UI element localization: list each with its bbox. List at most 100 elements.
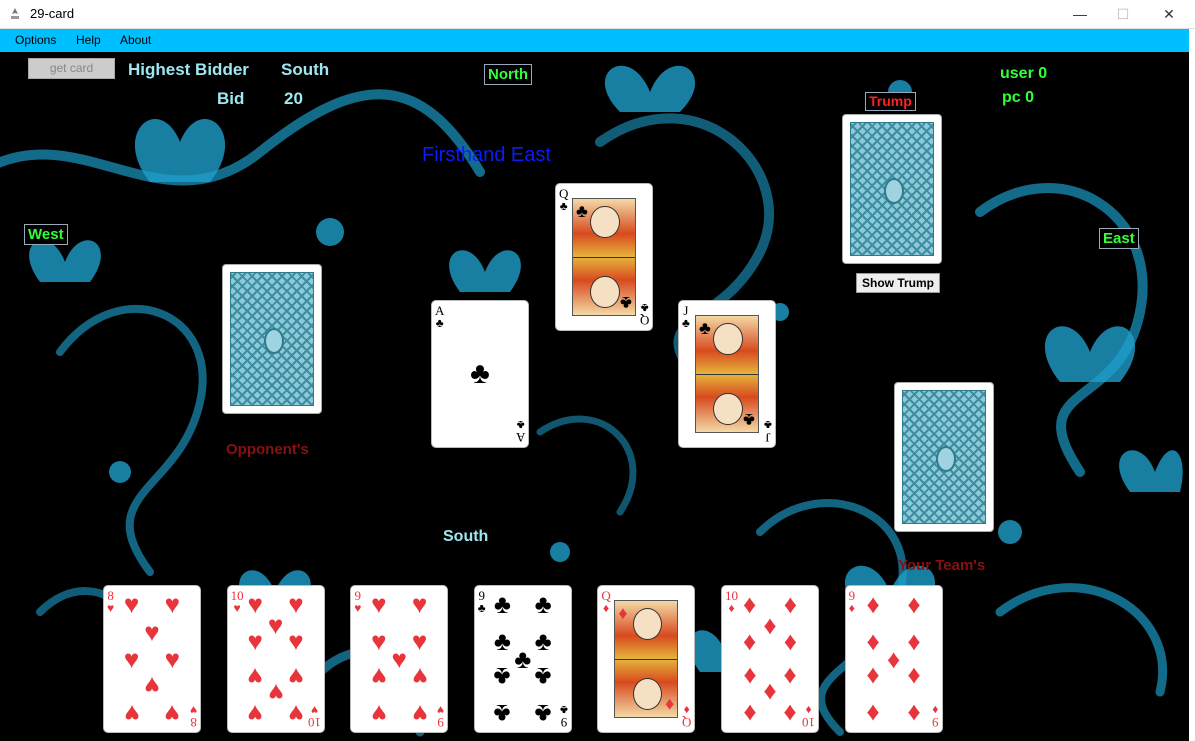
suit-pip-icon: ♣ bbox=[493, 625, 511, 656]
suit-pip-icon: ♥ bbox=[267, 678, 284, 709]
suit-pip-icon: ♦ bbox=[886, 644, 901, 674]
card-pips: ♥ ♥ ♥ ♥ ♥ ♥ ♥ ♥ ♥ bbox=[365, 591, 433, 729]
suit-pip-icon: ♣ bbox=[470, 357, 490, 390]
suit-pip-icon: ♦ bbox=[742, 662, 757, 693]
card-suit-icon: ♣ bbox=[559, 703, 568, 717]
suit-pip-icon: ♥ bbox=[247, 625, 263, 656]
card-index-br: 9 ♥ bbox=[437, 703, 445, 730]
suit-pip-icon: ♥ bbox=[411, 625, 428, 656]
player-label-north: North bbox=[484, 64, 532, 85]
suit-pip-icon: ♥ bbox=[144, 670, 160, 701]
suit-pip-icon: ♦ bbox=[907, 698, 921, 729]
menu-about[interactable]: About bbox=[120, 33, 151, 47]
card-pips: ♥ ♥ ♥ ♥ ♥ ♥ ♥ ♥ ♥ ♥ bbox=[242, 591, 310, 729]
card-index-br: A ♣ bbox=[516, 418, 525, 445]
get-card-button[interactable]: get card bbox=[28, 58, 115, 79]
card-rank: J bbox=[765, 430, 771, 445]
suit-pip-icon: ♥ bbox=[371, 662, 387, 693]
suit-pip-icon: ♣ bbox=[493, 698, 511, 729]
played-card-west-trick: A ♣ A ♣ ♣ bbox=[431, 300, 529, 448]
suit-pip-icon: ♦ bbox=[783, 698, 798, 729]
card-index-tl: J ♣ bbox=[682, 304, 690, 329]
score-pc: pc 0 bbox=[1002, 89, 1035, 106]
suit-pip-icon: ♥ bbox=[164, 698, 181, 729]
opponents-pile bbox=[222, 264, 322, 414]
suit-pip-icon: ♦ bbox=[866, 698, 880, 729]
suit-pip-icon: ♦ bbox=[866, 662, 880, 693]
suit-pip-icon: ♥ bbox=[411, 662, 428, 693]
card-index-br: J ♣ bbox=[764, 418, 772, 445]
hand-card[interactable]: 9 ♣ 9 ♣ ♣ ♣ ♣ ♣ ♣ ♣ ♣ ♣ ♣ bbox=[473, 585, 572, 733]
suit-pip-icon: ♥ bbox=[123, 698, 140, 729]
hand-card[interactable]: 8 ♥ 8 ♥ ♥ ♥ ♥ ♥ ♥ ♥ ♥ ♥ bbox=[103, 585, 201, 733]
suit-pip-icon: ♦ bbox=[907, 589, 921, 620]
card-index-tl: A ♣ bbox=[435, 304, 444, 330]
card-index-tl: 9 ♥ bbox=[354, 589, 362, 615]
minimize-button[interactable]: — bbox=[1057, 0, 1103, 28]
suit-pip-icon: ♥ bbox=[164, 589, 181, 620]
suit-pip-icon: ♥ bbox=[371, 625, 387, 656]
suit-pip-icon: ♦ bbox=[763, 678, 777, 709]
card-suit-icon: ♣ bbox=[477, 601, 486, 615]
close-icon: ✕ bbox=[1163, 5, 1175, 22]
suit-pip-icon: ♥ bbox=[391, 644, 407, 674]
card-suit-icon: ♣ bbox=[435, 316, 444, 330]
card-pips: ♣ bbox=[446, 313, 514, 435]
player-label-west: West bbox=[24, 224, 68, 245]
close-button[interactable]: ✕ bbox=[1146, 0, 1192, 28]
card-index-br: 9 ♣ bbox=[559, 703, 568, 730]
card-index-tl: 9 ♦ bbox=[848, 589, 856, 615]
suit-pip-icon: ♥ bbox=[144, 617, 160, 648]
suit-pip-icon: ♦ bbox=[742, 625, 757, 656]
suit-pip-icon: ♦ bbox=[866, 589, 880, 620]
card-rank: Q bbox=[639, 313, 649, 328]
menu-options[interactable]: Options bbox=[15, 33, 56, 47]
hand-card[interactable]: Q ♦ Q ♦ ♦ ♦ bbox=[597, 585, 696, 733]
title-bar: 29-card — ☐ ✕ bbox=[0, 0, 1195, 29]
your-team-pile bbox=[894, 382, 994, 532]
suit-pip-icon: ♥ bbox=[123, 589, 140, 620]
highest-bidder-label: Highest Bidder bbox=[128, 60, 249, 79]
suit-pip-icon: ♥ bbox=[288, 625, 304, 656]
card-suit-icon: ♥ bbox=[354, 601, 362, 615]
hand-card[interactable]: 10 ♥ 10 ♥ ♥ ♥ ♥ ♥ ♥ ♥ ♥ ♥ ♥ ♥ bbox=[226, 585, 325, 733]
hand-card[interactable]: 9 ♥ 9 ♥ ♥ ♥ ♥ ♥ ♥ ♥ ♥ ♥ ♥ bbox=[350, 585, 449, 733]
window-border bbox=[1189, 29, 1195, 741]
card-rank: 9 bbox=[932, 715, 939, 730]
suit-pip-icon: ♦ bbox=[783, 625, 798, 656]
card-suit-icon: ♥ bbox=[189, 703, 197, 717]
menu-help[interactable]: Help bbox=[76, 33, 101, 47]
hand-card[interactable]: 10 ♦ 10 ♦ ♦ ♦ ♦ ♦ ♦ ♦ ♦ ♦ ♦ ♦ bbox=[721, 585, 819, 733]
opponents-pile-label: Opponent's bbox=[226, 441, 309, 458]
suit-pip-icon: ♦ bbox=[783, 662, 798, 693]
suit-pip-icon: ♣ bbox=[534, 589, 552, 620]
show-trump-button[interactable]: Show Trump bbox=[856, 273, 940, 293]
card-index-tl: Q ♣ bbox=[559, 187, 568, 213]
suit-pip-icon: ♦ bbox=[866, 625, 880, 656]
card-suit-icon: ♥ bbox=[437, 703, 445, 717]
suit-pip-icon: ♦ bbox=[907, 625, 921, 656]
suit-pip-icon: ♥ bbox=[247, 698, 263, 729]
suit-pip-icon: ♦ bbox=[783, 589, 798, 620]
suit-pip-icon: ♥ bbox=[411, 589, 428, 620]
bid-label: Bid bbox=[217, 89, 245, 108]
hand-card[interactable]: 9 ♦ 9 ♦ ♦ ♦ ♦ ♦ ♦ ♦ ♦ ♦ ♦ bbox=[844, 585, 943, 733]
suit-pip-icon: ♥ bbox=[411, 698, 428, 729]
trump-card bbox=[842, 114, 942, 264]
suit-pip-icon: ♥ bbox=[288, 698, 304, 729]
suit-pip-icon: ♣ bbox=[534, 625, 552, 656]
card-suit-icon: ♦ bbox=[848, 601, 855, 615]
suit-pip-icon: ♣ bbox=[493, 589, 511, 620]
maximize-button[interactable]: ☐ bbox=[1100, 0, 1146, 28]
suit-pip-icon: ♥ bbox=[371, 698, 387, 729]
score-user: user 0 bbox=[1000, 65, 1048, 82]
minimize-icon: — bbox=[1073, 6, 1087, 22]
card-suit-icon: ♣ bbox=[559, 199, 568, 213]
card-pips: ♥ ♥ ♥ ♥ ♥ ♥ ♥ ♥ bbox=[118, 591, 186, 729]
app-icon bbox=[11, 8, 19, 19]
card-suit-icon: ♣ bbox=[764, 418, 772, 432]
firsthand-text: Firsthand East bbox=[422, 144, 551, 166]
player-label-east: East bbox=[1099, 228, 1139, 249]
suit-pip-icon: ♣ bbox=[534, 662, 552, 693]
card-index-br: Q ♦ bbox=[682, 703, 691, 730]
